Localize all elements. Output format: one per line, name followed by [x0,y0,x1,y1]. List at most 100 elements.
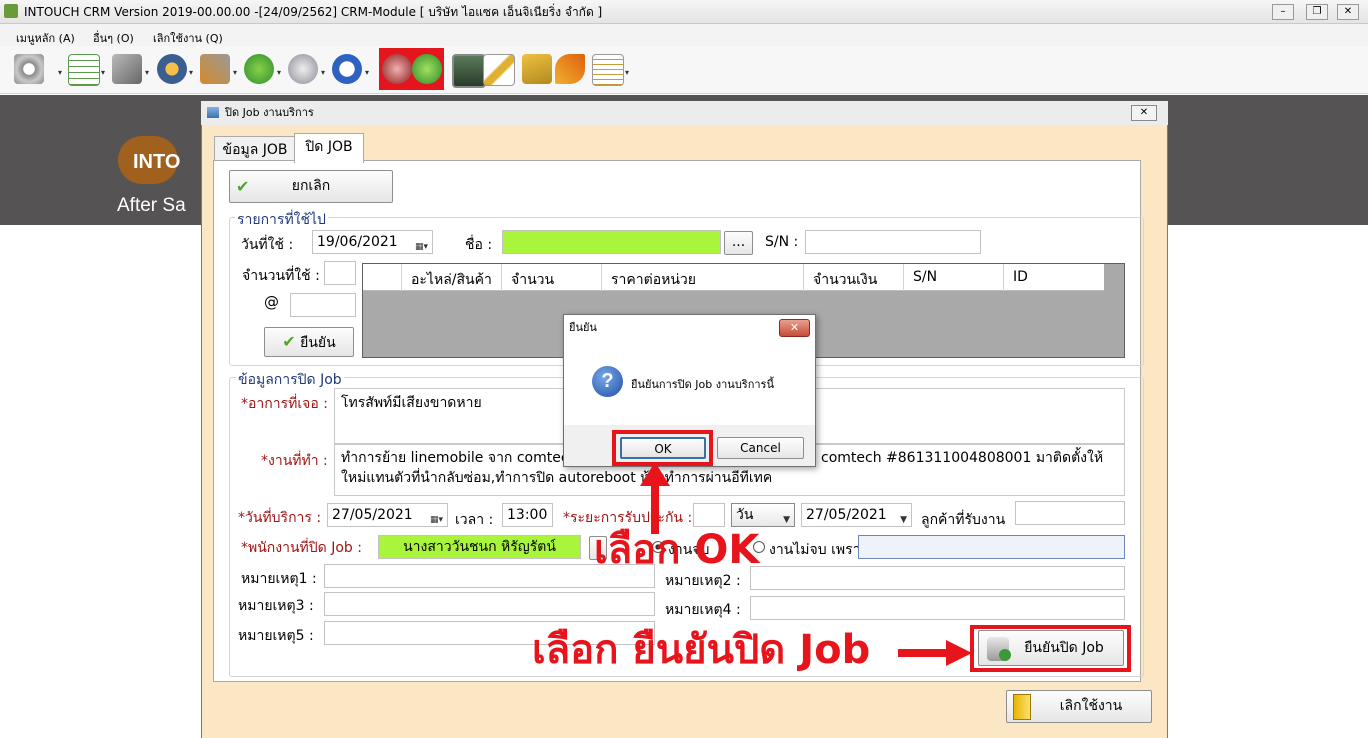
wrench-icon[interactable] [200,54,230,84]
tab-job-info[interactable]: ข้อมูล JOB [214,136,296,163]
reason-field[interactable] [858,535,1125,559]
chevron-down-icon[interactable]: ▾ [233,68,237,77]
chevron-down-icon[interactable]: ▾ [101,68,105,77]
service-date-label: *วันที่บริการ : [238,510,322,526]
headset-icon[interactable] [157,54,187,84]
chevron-down-icon[interactable]: ▾ [189,68,193,77]
app-title: INTOUCH CRM Version 2019-00.00.00 -[24/0… [24,5,603,19]
col-sn[interactable]: S/N [913,269,937,285]
grid-separator [803,264,804,291]
tab-close-job[interactable]: ปิด JOB [294,133,364,163]
remark4-field[interactable] [750,596,1125,620]
refresh-icon[interactable] [332,54,362,84]
remark3-field[interactable] [324,592,655,616]
date-used-field[interactable]: 19/06/2021 ▦▾ [312,230,433,254]
remark4-label: หมายเหตุ4 : [665,602,741,618]
minimize-button[interactable]: – [1272,4,1294,20]
warranty-date-select[interactable]: 27/05/2021 ▼ [801,503,912,527]
arrow-right-annotation [898,640,972,666]
col-id[interactable]: ID [1013,269,1028,285]
question-icon: ? [592,366,623,397]
customer-field[interactable] [1015,501,1125,525]
cancel-button-label: ยกเลิก [291,178,331,194]
arrow-icon[interactable] [412,54,442,84]
tools-icon[interactable] [112,54,142,84]
chevron-down-icon[interactable]: ▾ [145,68,149,77]
confirm-part-button[interactable]: ✔ ยืนยัน [264,327,354,357]
messagebox-close-button[interactable]: ✕ [779,319,810,337]
parts-grid-header: อะไหล่/สินค้า จำนวน ราคาต่อหน่วย จำนวนเง… [363,264,1104,291]
download-icon[interactable] [244,54,274,84]
dialog-close-button[interactable]: ✕ [1131,105,1157,121]
warranty-field[interactable] [693,503,725,527]
menu-other[interactable]: อื่นๆ (O) [93,29,134,47]
warranty-unit-select[interactable]: วัน ▼ [731,503,795,527]
app-title-bar: INTOUCH CRM Version 2019-00.00.00 -[24/0… [0,0,1368,24]
col-qty[interactable]: จำนวน [511,269,554,291]
customer-label: ลูกค้าที่รับงาน [921,512,1006,528]
grid-separator [501,264,502,291]
work-done-line1b: comtech #861311004808001 มาติดตั้งให้ [821,450,1104,466]
chevron-down-icon[interactable]: ▾ [625,68,629,77]
dialog-title-bar: ปิด Job งานบริการ ✕ [201,101,1168,125]
table-icon[interactable] [68,54,100,86]
chevron-down-icon[interactable]: ▾ [58,68,62,77]
gear-icon[interactable] [14,54,44,84]
messagebox-message: ยืนยันการปิด Job งานบริการนี้ [631,378,774,391]
staff-field[interactable]: นางสาววันชนก หิรัญรัตน์ [378,535,581,559]
date-used-label: วันที่ใช้ : [241,237,294,253]
at-label: @ [264,293,279,311]
calendar-icon[interactable]: ▦▾ [430,509,443,526]
exit-button-label: เลิกใช้งาน [1059,698,1123,714]
col-part[interactable]: อะไหล่/สินค้า [411,269,492,291]
confirm-callout: เลือก ยืนยันปิด Job [532,627,871,673]
service-date-field[interactable]: 27/05/2021 ▦▾ [327,503,448,527]
exit-button[interactable]: เลิกใช้งาน [1006,690,1152,723]
menu-main[interactable]: เมนูหลัก (A) [16,29,75,47]
cancel-messagebox-button[interactable]: Cancel [717,437,804,459]
grid-separator [401,264,402,291]
chevron-down-icon[interactable]: ▾ [365,68,369,77]
satellite-icon[interactable] [288,54,318,84]
close-button[interactable]: ✕ [1337,4,1359,20]
cancel-button[interactable]: ✔ ยกเลิก [229,170,393,203]
col-amount[interactable]: จำนวนเงิน [813,269,877,291]
support-icon[interactable] [382,54,412,84]
chevron-down-icon[interactable]: ▾ [321,68,325,77]
work-done-label: *งานที่ทำ : [261,453,328,469]
restore-button[interactable]: ❐ [1306,4,1328,20]
work-done-line1a: ทำการย้าย linemobile จาก comtec [341,450,569,466]
check-icon: ✔ [282,332,296,351]
time-label: เวลา : [455,512,494,528]
edit-icon[interactable] [483,54,515,86]
toolbar: ▾ ▾ ▾ ▾ ▾ ▾ ▾ ▾ ▾ [0,46,1368,94]
sn-field[interactable] [805,230,981,254]
col-unit-price[interactable]: ราคาต่อหน่วย [611,269,696,291]
chevron-down-icon: ▼ [900,515,907,525]
chevron-down-icon: ▼ [783,515,790,525]
qty-used-field[interactable] [324,261,356,285]
menu-quit[interactable]: เลิกใช้งาน (Q) [153,29,223,47]
confirm-part-label: ยืนยัน [300,335,336,351]
chevron-down-icon[interactable]: ▾ [277,68,281,77]
warranty-unit-value: วัน [736,507,754,523]
ok-highlight-box [612,430,713,466]
service-date-value: 27/05/2021 [332,507,413,523]
calendar-icon[interactable]: ▦▾ [415,236,428,253]
status-not-done-label: งานไม่จบ เพราะ [769,542,868,558]
name-field[interactable] [502,230,721,254]
grid-separator [1003,264,1004,291]
arrow-up-annotation [640,462,670,534]
remark2-field[interactable] [750,566,1125,590]
grid-separator [903,264,904,291]
banner-tagline: After Sa [117,195,186,216]
price-field[interactable] [290,293,356,317]
monitor-icon[interactable] [452,54,486,88]
mail-icon[interactable] [522,54,552,84]
report-icon[interactable] [592,54,624,86]
pin-icon[interactable] [555,54,585,84]
remark3-label: หมายเหตุ3 : [238,598,314,614]
browse-button[interactable]: ... [724,231,753,255]
time-field[interactable]: 13:00 [502,503,553,527]
app-icon [4,4,18,18]
